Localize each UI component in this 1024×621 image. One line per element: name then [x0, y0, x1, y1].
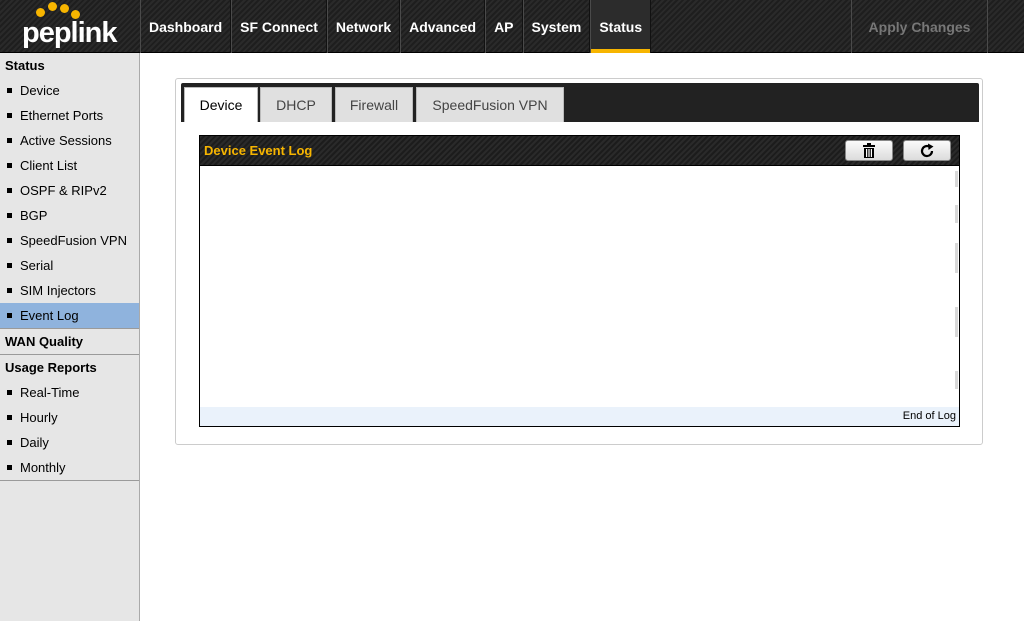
sidebar-item-hourly[interactable]: Hourly — [0, 405, 139, 430]
bullet-icon — [7, 88, 12, 93]
logo-text: peplink — [22, 17, 118, 49]
sidebar-item-ethernet-ports[interactable]: Ethernet Ports — [0, 103, 139, 128]
log-scrollbar[interactable] — [955, 167, 958, 407]
nav-status[interactable]: Status — [590, 0, 652, 53]
sidebar-item-device[interactable]: Device — [0, 78, 139, 103]
sidebar-item-label: Ethernet Ports — [20, 108, 104, 123]
nav-ap[interactable]: AP — [485, 0, 523, 53]
sidebar-heading-status[interactable]: Status — [0, 53, 139, 78]
sidebar-item-label: SpeedFusion VPN — [20, 233, 127, 248]
sidebar-item-label: Hourly — [20, 410, 58, 425]
nav-sf-connect[interactable]: SF Connect — [231, 0, 327, 53]
sidebar-item-label: Active Sessions — [20, 133, 112, 148]
sidebar-item-label: BGP — [20, 208, 48, 223]
sidebar-item-label: Daily — [20, 435, 49, 450]
sidebar-item-bgp[interactable]: BGP — [0, 203, 139, 228]
log-header: Device Event Log — [200, 136, 959, 166]
peplink-logo[interactable]: peplink — [22, 2, 122, 50]
nav-system[interactable]: System — [522, 0, 591, 53]
sidebar-item-label: Monthly — [20, 460, 66, 475]
bullet-icon — [7, 465, 12, 470]
bullet-icon — [7, 238, 12, 243]
clear-log-button[interactable] — [845, 140, 893, 161]
logo-dot — [60, 4, 69, 13]
sidebar-item-label: Device — [20, 83, 60, 98]
log-title: Device Event Log — [204, 143, 313, 158]
bullet-icon — [7, 440, 12, 445]
trash-icon — [863, 143, 875, 158]
device-event-log: Device Event Log End of Log — [199, 135, 960, 427]
sidebar-item-label: SIM Injectors — [20, 283, 96, 298]
nav-advanced[interactable]: Advanced — [400, 0, 486, 53]
bullet-icon — [7, 288, 12, 293]
log-footer: End of Log — [200, 407, 959, 426]
bullet-icon — [7, 213, 12, 218]
bullet-icon — [7, 390, 12, 395]
tab-device[interactable]: Device — [184, 87, 258, 122]
bullet-icon — [7, 415, 12, 420]
bullet-icon — [7, 138, 12, 143]
sidebar-item-serial[interactable]: Serial — [0, 253, 139, 278]
bullet-icon — [7, 263, 12, 268]
bullet-icon — [7, 163, 12, 168]
sidebar-item-ospf-ripv2[interactable]: OSPF & RIPv2 — [0, 178, 139, 203]
end-of-log-text: End of Log — [902, 410, 956, 422]
refresh-log-button[interactable] — [903, 140, 951, 161]
sidebar-heading-wan-quality[interactable]: WAN Quality — [0, 329, 139, 354]
logo-dot — [48, 2, 57, 11]
main-nav: Dashboard SF Connect Network Advanced AP… — [140, 0, 652, 53]
sidebar-item-label: Client List — [20, 158, 78, 173]
sidebar-item-label: Event Log — [20, 308, 79, 323]
top-navigation-bar: peplink Dashboard SF Connect Network Adv… — [0, 0, 1024, 53]
bullet-icon — [7, 313, 12, 318]
sidebar-divider — [0, 480, 139, 481]
bullet-icon — [7, 188, 12, 193]
sidebar-item-label: Serial — [20, 258, 54, 273]
sidebar-heading-usage-reports[interactable]: Usage Reports — [0, 355, 139, 380]
sidebar-item-speedfusion-vpn[interactable]: SpeedFusion VPN — [0, 228, 139, 253]
tab-firewall[interactable]: Firewall — [335, 87, 413, 122]
apply-changes-button[interactable]: Apply Changes — [851, 0, 988, 53]
sidebar-item-monthly[interactable]: Monthly — [0, 455, 139, 480]
tab-speedfusion-vpn[interactable]: SpeedFusion VPN — [416, 87, 564, 122]
nav-network[interactable]: Network — [326, 0, 401, 53]
sidebar: Status Device Ethernet Ports Active Sess… — [0, 53, 140, 621]
tab-bar: Device DHCP Firewall SpeedFusion VPN — [181, 83, 979, 122]
sidebar-item-label: Real-Time — [20, 385, 80, 400]
tab-dhcp[interactable]: DHCP — [260, 87, 332, 122]
event-log-panel: Device DHCP Firewall SpeedFusion VPN Dev… — [175, 78, 983, 445]
sidebar-item-sim-injectors[interactable]: SIM Injectors — [0, 278, 139, 303]
sidebar-item-active-sessions[interactable]: Active Sessions — [0, 128, 139, 153]
refresh-icon — [920, 143, 934, 157]
log-content[interactable] — [200, 167, 959, 407]
logo-dot — [36, 8, 45, 17]
sidebar-item-event-log[interactable]: Event Log — [0, 303, 139, 328]
sidebar-item-client-list[interactable]: Client List — [0, 153, 139, 178]
nav-dashboard[interactable]: Dashboard — [140, 0, 232, 53]
sidebar-item-real-time[interactable]: Real-Time — [0, 380, 139, 405]
bullet-icon — [7, 113, 12, 118]
sidebar-item-label: OSPF & RIPv2 — [20, 183, 107, 198]
sidebar-item-daily[interactable]: Daily — [0, 430, 139, 455]
